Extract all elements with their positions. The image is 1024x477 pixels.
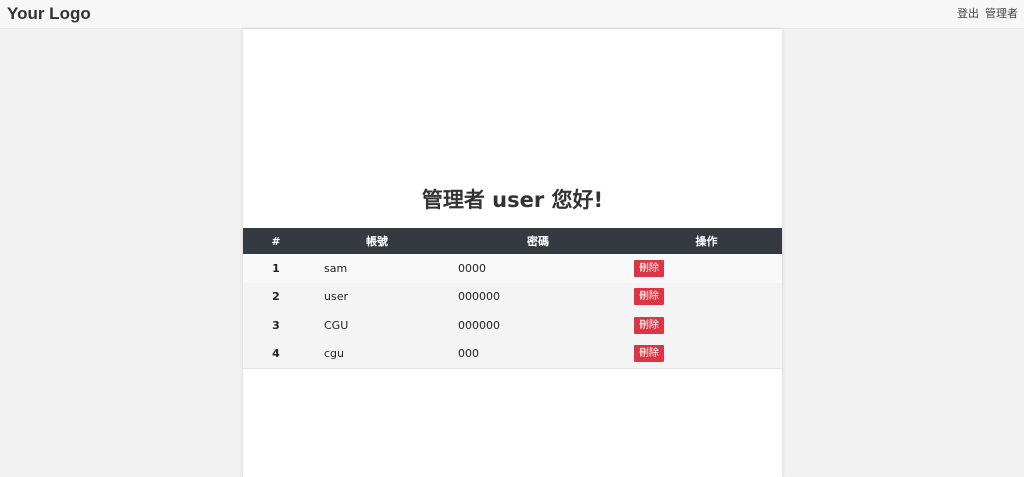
table-header-row: # 帳號 密碼 操作 <box>243 228 782 254</box>
logout-link[interactable]: 登出 <box>957 7 979 20</box>
row-password: 000 <box>445 339 631 369</box>
row-number: 2 <box>272 290 280 304</box>
row-account: CGU <box>324 318 349 332</box>
delete-button[interactable]: 刪除 <box>634 345 664 362</box>
row-password: 000000 <box>458 318 500 332</box>
header-account: 帳號 <box>366 235 388 248</box>
table-row: 2 user 000000 刪除 <box>243 282 782 312</box>
header-actions: 操作 <box>695 235 718 248</box>
delete-button[interactable]: 刪除 <box>634 316 664 334</box>
header-password: 密碼 <box>527 235 549 248</box>
row-password: 000000 <box>458 290 500 304</box>
nav-links: 登出 管理者 <box>951 7 1018 21</box>
row-password: 0000 <box>458 261 486 275</box>
row-actions: 刪除 <box>631 254 782 283</box>
row-actions: 刪除 <box>631 283 782 312</box>
main-card: 管理者 user 您好! # 帳號 密碼 操作 1 sam 0000 刪除 2 … <box>243 29 782 477</box>
admin-link[interactable]: 管理者 <box>985 7 1018 20</box>
row-number: 4 <box>243 339 309 369</box>
row-actions: 刪除 <box>631 311 782 340</box>
page-title: 管理者 user 您好! <box>421 188 604 212</box>
header-number: # <box>271 234 281 248</box>
row-account: user <box>324 290 348 304</box>
row-number: 1 <box>272 261 280 275</box>
row-account: cgu <box>309 339 445 369</box>
table-row: 4 cgu 000 刪除 <box>243 339 782 369</box>
row-account: sam <box>324 261 348 275</box>
delete-button[interactable]: 刪除 <box>634 288 664 306</box>
delete-button[interactable]: 刪除 <box>634 259 664 277</box>
logo[interactable]: Your Logo <box>7 4 91 24</box>
user-table: # 帳號 密碼 操作 1 sam 0000 刪除 2 user 000000 刪… <box>243 228 782 369</box>
row-actions: 刪除 <box>631 339 782 369</box>
navbar: Your Logo 登出 管理者 <box>0 0 1024 29</box>
table-row: 3 CGU 000000 刪除 <box>243 311 782 340</box>
row-number: 3 <box>272 318 280 332</box>
table-row: 1 sam 0000 刪除 <box>243 254 782 283</box>
